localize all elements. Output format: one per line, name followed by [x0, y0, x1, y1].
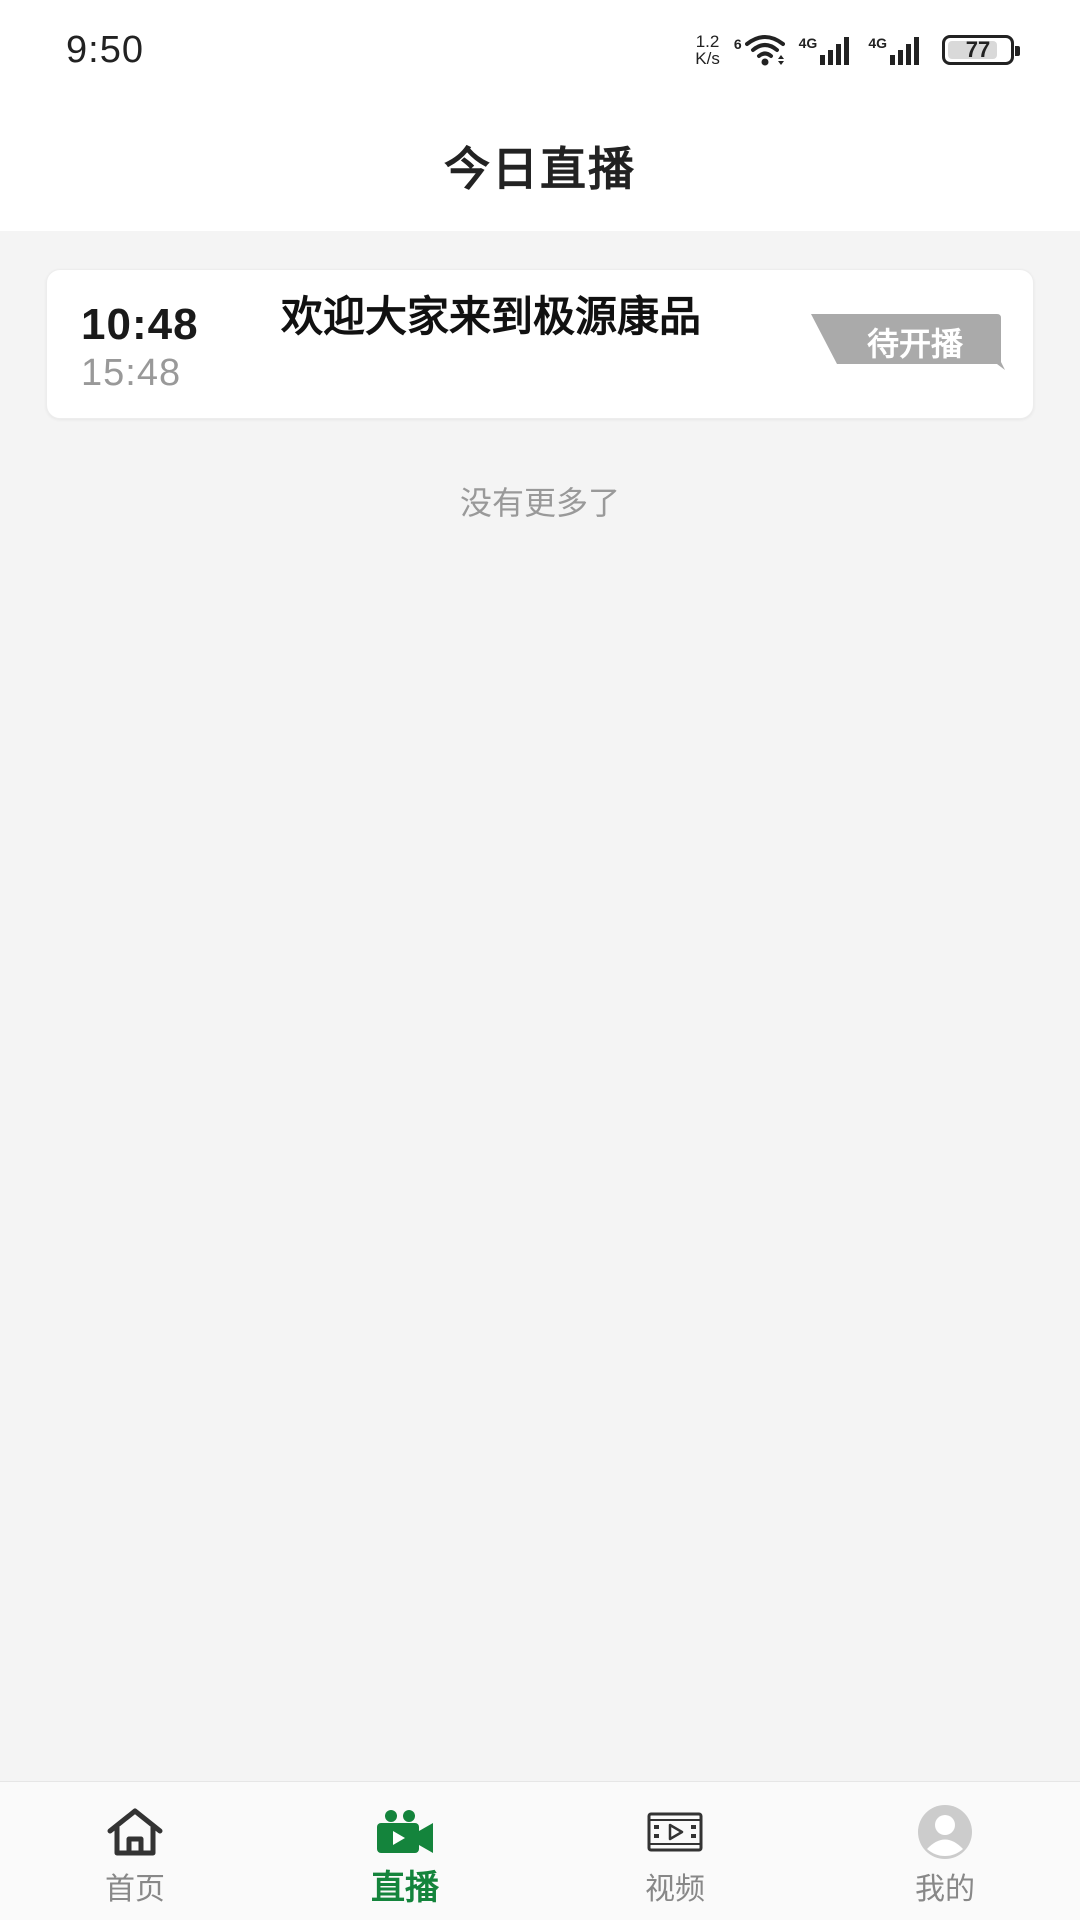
wifi-indicator: 6	[734, 34, 785, 66]
status-bar: 9:50 1.2 K/s 6 4G 4G 77	[0, 0, 1080, 100]
nav-video[interactable]: 视频	[540, 1782, 810, 1920]
sim1-indicator: 4G	[799, 35, 855, 65]
app-screen: 9:50 1.2 K/s 6 4G 4G 77 今日直播 10:48 15:48…	[0, 0, 1080, 1920]
status-time: 9:50	[66, 28, 144, 71]
live-start-time: 10:48	[81, 300, 199, 349]
nav-home[interactable]: 首页	[0, 1782, 270, 1920]
live-list-item[interactable]: 10:48 15:48 欢迎大家来到极源康品 待开播	[46, 269, 1034, 419]
nav-live-label: 直播	[371, 1868, 439, 1908]
battery-level: 77	[965, 37, 991, 62]
page-header: 今日直播	[0, 100, 1080, 231]
nav-live[interactable]: 直播	[270, 1782, 540, 1920]
page-title: 今日直播	[444, 141, 636, 196]
wifi-label: 6	[733, 36, 742, 52]
live-title: 欢迎大家来到极源康品	[281, 292, 702, 341]
nav-profile[interactable]: 我的	[810, 1782, 1080, 1920]
live-status-label: 待开播	[866, 325, 963, 363]
nav-video-label: 视频	[645, 1872, 705, 1907]
bottom-nav: 首页 直播 视频 我的	[0, 1781, 1080, 1920]
home-icon	[105, 1806, 165, 1858]
network-speed: 1.2 K/s	[695, 33, 720, 67]
live-end-time: 15:48	[81, 352, 182, 394]
nav-profile-label: 我的	[915, 1872, 975, 1907]
network-speed-value: 1.2	[695, 32, 720, 51]
video-camera-icon	[375, 1806, 435, 1858]
battery-icon: 77	[942, 35, 1020, 65]
status-icons: 1.2 K/s 6 4G 4G 77	[695, 33, 1020, 67]
sim2-label: 4G	[868, 35, 887, 51]
list-end-text: 没有更多了	[459, 484, 620, 522]
user-avatar-icon	[915, 1805, 975, 1859]
network-speed-unit: K/s	[695, 49, 720, 68]
film-icon	[645, 1806, 705, 1858]
sim1-label: 4G	[798, 35, 818, 51]
live-status-badge: 待开播	[807, 312, 1005, 372]
wifi-icon	[744, 35, 785, 66]
signal-bars-icon	[890, 37, 919, 65]
nav-home-label: 首页	[105, 1872, 165, 1907]
sim2-indicator: 4G	[868, 35, 924, 65]
signal-bars-icon	[820, 37, 850, 65]
